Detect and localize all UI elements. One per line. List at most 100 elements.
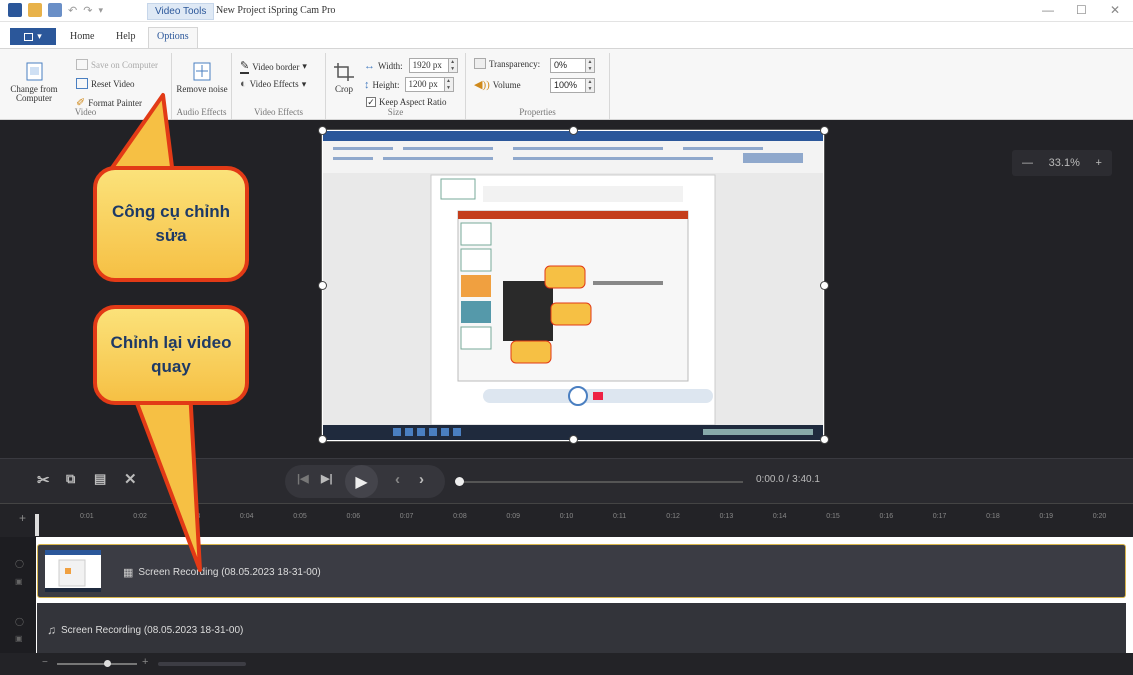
video-effects-icon: ◐ bbox=[240, 78, 247, 90]
next-icon[interactable]: › bbox=[419, 471, 424, 488]
resize-handle[interactable] bbox=[570, 436, 577, 443]
previous-frame-icon[interactable]: ▶| bbox=[321, 472, 333, 485]
ruler-tick-label: 0:08 bbox=[453, 513, 467, 520]
undo-icon[interactable]: ↶ bbox=[68, 4, 77, 17]
add-track-icon[interactable]: + bbox=[19, 511, 26, 525]
size-group: Crop ↔ Width: 1920 px ▲ ▼ ↕ Height: 1200 … bbox=[326, 53, 466, 119]
change-from-computer-button[interactable]: Change from Computer bbox=[8, 61, 60, 103]
file-menu-button[interactable]: ▾ bbox=[10, 28, 56, 45]
volume-input[interactable]: 100% bbox=[550, 78, 586, 93]
volume-icon: ◀)) bbox=[474, 79, 490, 91]
ruler-tick-label: 0:10 bbox=[559, 513, 574, 520]
video-border-dropdown[interactable]: ✎ Video border ▾ bbox=[240, 59, 307, 74]
transparency-input[interactable]: 0% bbox=[550, 58, 586, 73]
maximize-button[interactable]: ☐ bbox=[1076, 3, 1087, 17]
lock-icon[interactable]: ▣ bbox=[15, 634, 23, 643]
timeline-zoom-knob[interactable] bbox=[104, 660, 111, 667]
volume-field: ◀)) Volume bbox=[474, 79, 521, 91]
ruler-tick-label: 0:07 bbox=[399, 513, 414, 520]
ruler-tick-label: 0:16 bbox=[879, 513, 894, 520]
ruler-tick-label: 0:14 bbox=[772, 513, 787, 520]
timeline-scrollbar[interactable] bbox=[158, 662, 246, 666]
video-effects-dropdown[interactable]: ◐ Video Effects ▾ bbox=[240, 78, 306, 90]
ruler-tick-label: 0:04 bbox=[239, 513, 254, 520]
crop-button[interactable]: Crop bbox=[330, 61, 358, 94]
width-input[interactable]: 1920 px bbox=[408, 58, 449, 73]
ruler-tick-label: 0:05 bbox=[293, 513, 307, 520]
volume-stepper[interactable]: 100% ▲ ▼ bbox=[550, 78, 595, 93]
paste-icon[interactable]: ▤ bbox=[94, 471, 106, 487]
width-spin-arrows[interactable]: ▲ ▼ bbox=[448, 58, 458, 73]
height-field: ↕ Height: 1200 px ▲ ▼ bbox=[364, 77, 454, 92]
change-video-icon bbox=[26, 62, 43, 81]
volume-spin-arrows[interactable]: ▲ ▼ bbox=[586, 78, 595, 93]
music-note-icon: ♫ bbox=[47, 623, 56, 637]
tab-help[interactable]: Help bbox=[116, 31, 135, 42]
remove-noise-icon bbox=[193, 62, 211, 81]
resize-handle[interactable] bbox=[821, 282, 828, 289]
width-field: ↔ Width: 1920 px ▲ ▼ bbox=[364, 58, 458, 73]
resize-handle[interactable] bbox=[319, 436, 326, 443]
transport-controls: |◀ ▶| ▶ ‹ › bbox=[285, 465, 445, 498]
ruler-tick-label: 0:13 bbox=[719, 513, 734, 520]
app-icon bbox=[8, 3, 22, 17]
resize-handle[interactable] bbox=[570, 127, 577, 134]
playhead-marker[interactable] bbox=[35, 514, 39, 536]
redo-icon[interactable]: ↷ bbox=[83, 4, 92, 17]
visibility-icon[interactable]: ◯ bbox=[15, 617, 24, 626]
audio-track-clip[interactable]: ♫ Screen Recording (08.05.2023 18-31-00) bbox=[37, 603, 1126, 653]
height-spin-arrows[interactable]: ▲ ▼ bbox=[444, 77, 454, 92]
window-title: New Project iSpring Cam Pro bbox=[216, 5, 336, 16]
zoom-control: — 33.1% + bbox=[1012, 150, 1112, 176]
ribbon-tabs: ▾ Home Help Options bbox=[0, 22, 1133, 48]
crop-icon bbox=[334, 63, 354, 81]
play-button[interactable]: ▶ bbox=[345, 465, 378, 498]
cut-icon[interactable]: ✂ bbox=[37, 471, 50, 489]
ruler-tick-label: 0:15 bbox=[826, 513, 840, 520]
audio-track-label: ♫ Screen Recording (08.05.2023 18-31-00) bbox=[47, 623, 244, 637]
resize-handle[interactable] bbox=[821, 436, 828, 443]
resize-handle[interactable] bbox=[821, 127, 828, 134]
zoom-value: 33.1% bbox=[1048, 157, 1080, 169]
close-button[interactable]: ✕ bbox=[1110, 3, 1120, 17]
resize-handle[interactable] bbox=[319, 282, 326, 289]
height-input[interactable]: 1200 px bbox=[404, 77, 445, 92]
previous-icon[interactable]: ‹ bbox=[395, 471, 400, 488]
resize-handle[interactable] bbox=[319, 127, 326, 134]
size-group-label: Size bbox=[387, 107, 404, 117]
timeline-zoom-slider[interactable] bbox=[57, 663, 137, 665]
copy-icon[interactable]: ⧉ bbox=[66, 471, 75, 487]
customize-qat-icon[interactable]: ▾ bbox=[98, 5, 103, 16]
timeline-zoom-out-icon[interactable]: − bbox=[42, 657, 48, 668]
save-icon[interactable] bbox=[48, 3, 62, 17]
progress-track[interactable] bbox=[458, 481, 743, 483]
ruler-tick-label: 0:11 bbox=[613, 513, 627, 520]
height-icon: ↕ bbox=[364, 78, 370, 91]
ruler-tick-label: 0:01 bbox=[80, 513, 94, 520]
clip-thumbnail bbox=[45, 550, 101, 592]
video-border-icon: ✎ bbox=[240, 60, 250, 74]
video-canvas[interactable] bbox=[319, 127, 828, 443]
zoom-out-button[interactable]: — bbox=[1022, 157, 1033, 169]
video-effects-group-label: Video Effects bbox=[253, 107, 304, 117]
open-icon[interactable] bbox=[28, 3, 42, 17]
transparency-spin-arrows[interactable]: ▲ ▼ bbox=[586, 58, 595, 73]
ruler-tick-label: 0:18 bbox=[986, 513, 1000, 520]
zoom-in-button[interactable]: + bbox=[1096, 157, 1102, 169]
tab-home[interactable]: Home bbox=[70, 31, 94, 42]
keep-aspect-ratio-checkbox[interactable]: ✓ Keep Aspect Ratio bbox=[366, 97, 446, 107]
transparency-stepper[interactable]: 0% ▲ ▼ bbox=[550, 58, 595, 73]
save-on-computer-button[interactable]: Save on Computer bbox=[76, 59, 158, 70]
tab-options[interactable]: Options bbox=[148, 27, 198, 48]
lock-icon[interactable]: ▣ bbox=[15, 577, 23, 586]
skip-to-start-icon[interactable]: |◀ bbox=[297, 472, 309, 485]
ruler-tick-label: 0:20 bbox=[1092, 513, 1107, 520]
playhead-knob[interactable] bbox=[455, 477, 464, 486]
height-stepper[interactable]: 1200 px ▲ ▼ bbox=[404, 77, 454, 92]
ruler-tick-label: 0:19 bbox=[1039, 513, 1054, 520]
visibility-icon[interactable]: ◯ bbox=[15, 559, 24, 568]
timeline-zoom-in-icon[interactable]: + bbox=[142, 656, 148, 668]
width-stepper[interactable]: 1920 px ▲ ▼ bbox=[408, 58, 458, 73]
checkbox-checked-icon: ✓ bbox=[366, 97, 376, 107]
minimize-button[interactable]: — bbox=[1042, 3, 1054, 17]
